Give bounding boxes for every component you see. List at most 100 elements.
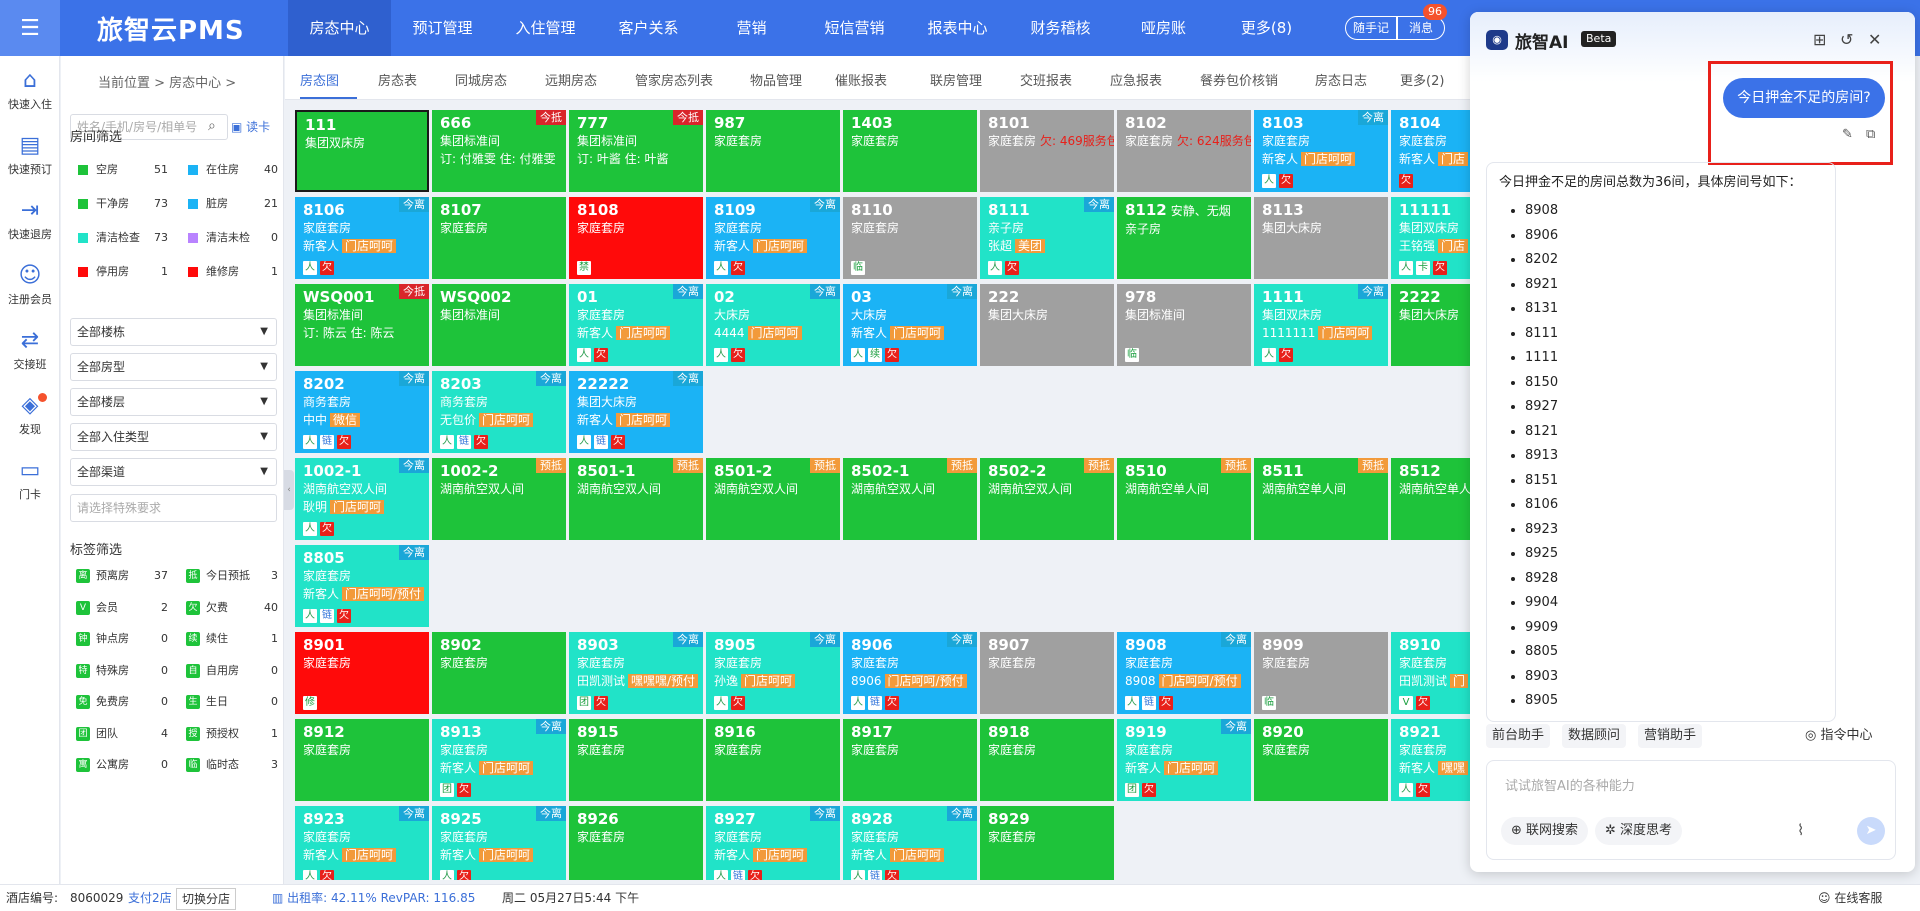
tag-filter-item[interactable]: V 会员 2 xyxy=(70,595,174,621)
room-card[interactable]: 8921 家庭套房 新客人 嘿嘿人欠 xyxy=(1391,719,1470,801)
room-card[interactable]: 8920 家庭套房 xyxy=(1254,719,1388,801)
room-card[interactable]: 8203 商务套房 无包价 门店呵呵人链欠 今离 xyxy=(432,371,566,453)
room-card[interactable]: 8908 家庭套房 8908 门店呵呵/预付人链欠今离 xyxy=(1117,632,1251,714)
send-button[interactable]: ➤ xyxy=(1857,817,1885,845)
room-card[interactable]: 8102 家庭套房 欠: 624服务包 xyxy=(1117,110,1251,192)
room-card[interactable]: 8927 家庭套房 新客人 门店呵呵人链欠 今离 xyxy=(706,806,840,880)
nav-item-6[interactable]: 报表中心 xyxy=(906,0,1009,56)
switch-store-button[interactable]: 切换分店 xyxy=(176,888,237,910)
assistant-chip[interactable]: 数据顾问 xyxy=(1562,724,1627,748)
room-card[interactable]: 8928 家庭套房 新客人 门店呵呵人链欠 今离 xyxy=(843,806,977,880)
assistant-chip[interactable]: 营销助手 xyxy=(1638,724,1703,748)
tag-filter-item[interactable]: 续续住 1 xyxy=(180,626,284,652)
filter-dropdown[interactable]: 全部入住类型 ▼ xyxy=(70,423,277,451)
web-search-toggle[interactable]: ⊕ 联网搜索 xyxy=(1501,817,1589,845)
subnav-tab-4[interactable]: 管家房态列表 xyxy=(635,70,713,89)
nav-item-8[interactable]: 哑房账 xyxy=(1112,0,1215,56)
room-card[interactable]: 8929 家庭套房 xyxy=(980,806,1114,880)
room-filter-item[interactable]: 脏房 21 xyxy=(180,190,284,218)
room-card[interactable]: 8101 家庭套房 欠: 469服务包 xyxy=(980,110,1114,192)
room-card[interactable]: 987 家庭套房 xyxy=(706,110,840,192)
room-card[interactable]: 01 家庭套房 新客人 门店呵呵人欠 今离 xyxy=(569,284,703,366)
room-filter-item[interactable]: 停用房 1 xyxy=(70,258,174,286)
tag-filter-item[interactable]: 钟钟点房 0 xyxy=(70,626,174,652)
subnav-tab-3[interactable]: 远期房态 xyxy=(545,70,597,89)
filter-dropdown[interactable]: 全部渠道 ▼ xyxy=(70,458,277,486)
room-card[interactable]: 8112 安静、无烟 亲子房 xyxy=(1117,197,1251,279)
subnav-tab-7[interactable]: 联房管理 xyxy=(930,70,982,89)
room-card[interactable]: 8905 家庭套房 孙逸 门店呵呵人欠 今离 xyxy=(706,632,840,714)
nav-item-1[interactable]: 预订管理 xyxy=(391,0,494,56)
room-card[interactable]: 8108 家庭套房禁 xyxy=(569,197,703,279)
room-card[interactable]: 8511 湖南航空单人间 预抵 xyxy=(1254,458,1388,540)
menu-toggle-icon[interactable]: ☰ xyxy=(0,0,60,56)
room-card[interactable]: 8917 家庭套房 xyxy=(843,719,977,801)
room-card[interactable]: 8910 家庭套房 田凯测试门 V 欠 xyxy=(1391,632,1470,714)
subnav-tab-12[interactable]: 更多(2) xyxy=(1400,70,1444,89)
filter-dropdown[interactable]: 全部房型 ▼ xyxy=(70,353,277,381)
room-card[interactable]: 11111 集团双床房 王铭强 门店人卡欠 xyxy=(1391,197,1470,279)
room-card[interactable]: 22222 集团大床房 新客人 门店呵呵人链欠 今离 xyxy=(569,371,703,453)
room-card[interactable]: 8107 家庭套房 xyxy=(432,197,566,279)
subnav-tab-2[interactable]: 同城房态 xyxy=(455,70,507,89)
room-card[interactable]: 777 集团标准间 订: 叶酱 住: 叶酱 今抵 xyxy=(569,110,703,192)
room-card[interactable]: 666 集团标准间 订: 付雅雯 住: 付雅雯 今抵 xyxy=(432,110,566,192)
room-card[interactable]: 8501-1 湖南航空双人间 预抵 xyxy=(569,458,703,540)
rail-item-1[interactable]: ▤ 快速预订 xyxy=(0,133,60,177)
nav-item-7[interactable]: 财务稽核 xyxy=(1009,0,1112,56)
room-card[interactable]: 8901 家庭套房修 xyxy=(295,632,429,714)
room-card[interactable]: 8912 家庭套房 xyxy=(295,719,429,801)
room-card[interactable]: 1111 集团双床房 1111111 门店呵呵人欠 今离 xyxy=(1254,284,1388,366)
room-card[interactable]: 1002-1 湖南航空双人间 耿明 门店呵呵人欠 今离 xyxy=(295,458,429,540)
room-card[interactable]: 111 集团双床房 xyxy=(295,110,429,192)
room-card[interactable]: 222 集团大床房 xyxy=(980,284,1114,366)
room-card[interactable]: 8502-2 湖南航空双人间 预抵 xyxy=(980,458,1114,540)
room-card[interactable]: 1403 家庭套房 xyxy=(843,110,977,192)
room-card[interactable]: 8915 家庭套房 xyxy=(569,719,703,801)
command-center-button[interactable]: ◎ 指令中心 xyxy=(1805,724,1873,748)
tag-filter-item[interactable]: 欠欠费 40 xyxy=(180,595,284,621)
room-card[interactable]: 8916 家庭套房 xyxy=(706,719,840,801)
ai-input-box[interactable]: 试试旅智AI的各种能力 ⊕ 联网搜索 ✲ 深度思考 ⌇ ➤ xyxy=(1486,760,1896,860)
room-card[interactable]: 8502-1 湖南航空双人间 预抵 xyxy=(843,458,977,540)
nav-item-2[interactable]: 入住管理 xyxy=(494,0,597,56)
online-support-button[interactable]: ☺ 在线客服 xyxy=(1818,885,1882,911)
edit-icon[interactable]: ✎ xyxy=(1842,127,1853,142)
nav-item-0[interactable]: 房态中心 xyxy=(288,0,391,56)
room-card[interactable]: 8903 家庭套房 田凯测试 嘿嘿嘿/预付团欠 今离 xyxy=(569,632,703,714)
room-card[interactable]: WSQ002 集团标准间 xyxy=(432,284,566,366)
tag-filter-item[interactable]: 临临时态 3 xyxy=(180,752,284,778)
tag-filter-item[interactable]: 离预离房 37 xyxy=(70,563,174,589)
nav-item-9[interactable]: 更多(8) xyxy=(1215,0,1318,56)
deep-think-toggle[interactable]: ✲ 深度思考 xyxy=(1595,817,1683,845)
room-card[interactable]: 8913 家庭套房 新客人 门店呵呵团欠 今离 xyxy=(432,719,566,801)
nav-item-5[interactable]: 短信营销 xyxy=(803,0,906,56)
room-card[interactable]: 8906 家庭套房 8906 门店呵呵/预付人链欠今离 xyxy=(843,632,977,714)
subnav-tab-8[interactable]: 交班报表 xyxy=(1020,70,1072,89)
room-card[interactable]: 8111 亲子房 张超 美团人欠 今离 xyxy=(980,197,1114,279)
room-filter-item[interactable]: 干净房 73 xyxy=(70,190,174,218)
room-card[interactable]: 8510 湖南航空单人间 预抵 xyxy=(1117,458,1251,540)
search-icon[interactable]: ⌕ xyxy=(208,118,216,134)
rail-item-6[interactable]: ▭ 门卡 xyxy=(0,458,60,502)
room-card[interactable]: 8923 家庭套房 新客人 门店呵呵人欠 今离 xyxy=(295,806,429,880)
tag-filter-item[interactable]: 抵今日预抵 3 xyxy=(180,563,284,589)
history-icon[interactable]: ↺ xyxy=(1840,30,1853,49)
subnav-tab-11[interactable]: 房态日志 xyxy=(1315,70,1367,89)
room-filter-item[interactable]: 空房 51 xyxy=(70,156,174,184)
room-card[interactable]: 8202 商务套房 中中 微信人链欠 今离 xyxy=(295,371,429,453)
nav-item-4[interactable]: 营销 xyxy=(700,0,803,56)
room-card[interactable]: 8512 湖南航空单人间 xyxy=(1391,458,1470,540)
tag-filter-item[interactable]: 特特殊房 0 xyxy=(70,658,174,684)
room-card[interactable]: 1002-2 湖南航空双人间 预抵 xyxy=(432,458,566,540)
room-card[interactable]: 8103 家庭套房 新客人 门店呵呵人欠 今离 xyxy=(1254,110,1388,192)
room-card[interactable]: 8926 家庭套房 xyxy=(569,806,703,880)
attach-icon[interactable]: ⌇ xyxy=(1797,821,1804,839)
room-filter-item[interactable]: 在住房 40 xyxy=(180,156,284,184)
tag-filter-item[interactable]: 寓公寓房 0 xyxy=(70,752,174,778)
tag-filter-item[interactable]: 授预授权 1 xyxy=(180,721,284,747)
tag-filter-item[interactable]: 生生日 0 xyxy=(180,689,284,715)
room-card[interactable]: 8104 家庭套房 新客人 门店欠 xyxy=(1391,110,1470,192)
room-card[interactable]: 8909 家庭套房临 xyxy=(1254,632,1388,714)
room-card[interactable]: 8113 集团大床房 xyxy=(1254,197,1388,279)
